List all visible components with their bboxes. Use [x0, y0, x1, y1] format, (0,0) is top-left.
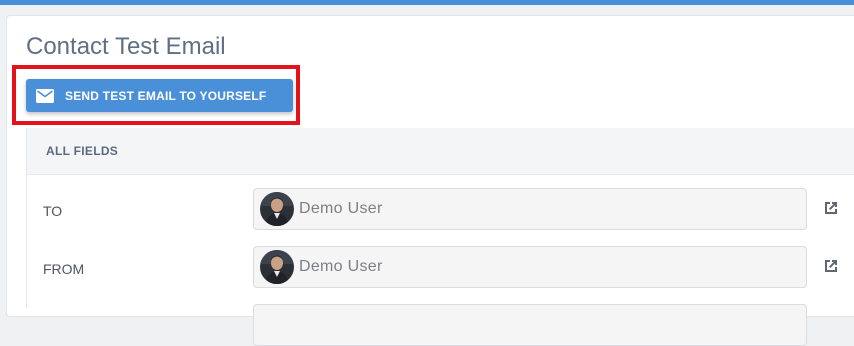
- open-in-new-icon[interactable]: [822, 199, 840, 217]
- field-input-from[interactable]: Demo User: [253, 246, 807, 288]
- send-test-email-label: SEND TEST EMAIL TO YOURSELF: [65, 88, 267, 103]
- open-in-new-icon[interactable]: [822, 257, 840, 275]
- field-input-next[interactable]: [253, 304, 807, 346]
- avatar: [260, 192, 294, 226]
- all-fields-heading: ALL FIELDS: [46, 144, 119, 158]
- page-title: Contact Test Email: [26, 33, 226, 60]
- avatar: [260, 250, 294, 284]
- field-value-from: Demo User: [299, 258, 383, 275]
- field-input-to[interactable]: Demo User: [253, 188, 807, 230]
- field-label-to: TO: [43, 203, 63, 219]
- all-fields-panel: ALL FIELDS TO Demo User FROM Demo User: [26, 128, 854, 346]
- field-label-from: FROM: [43, 261, 85, 277]
- envelope-icon: [36, 88, 54, 103]
- send-test-email-button[interactable]: SEND TEST EMAIL TO YOURSELF: [26, 79, 293, 112]
- all-fields-header: ALL FIELDS: [27, 128, 854, 175]
- top-accent-bar: [0, 0, 854, 5]
- field-value-to: Demo User: [299, 200, 383, 217]
